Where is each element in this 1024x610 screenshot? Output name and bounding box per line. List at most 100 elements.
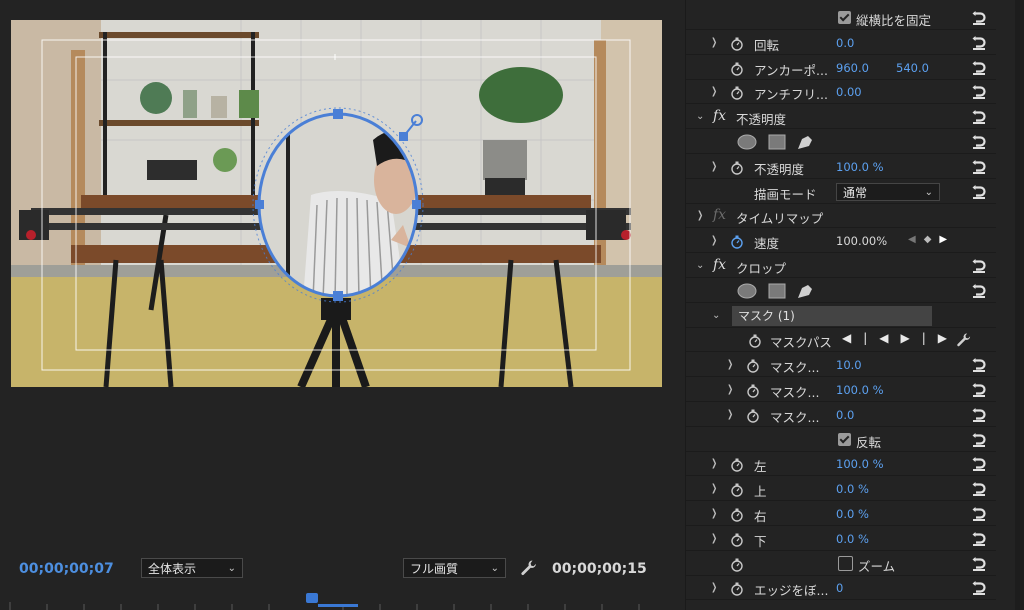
stopwatch-icon[interactable] [730, 482, 744, 497]
checkbox[interactable] [838, 555, 853, 571]
param-value[interactable]: 0.0 [836, 408, 854, 422]
stopwatch-icon[interactable] [730, 61, 744, 76]
param-value[interactable]: 100.0 % [836, 383, 884, 397]
param-label: マスクパス [770, 335, 832, 351]
next-keyframe-icon[interactable]: ▶ [939, 234, 955, 245]
reset-icon[interactable] [971, 84, 987, 100]
checkbox[interactable] [838, 11, 851, 24]
reset-icon[interactable] [971, 60, 987, 76]
param-value[interactable]: 0.0 % [836, 482, 869, 496]
stopwatch-icon[interactable] [730, 532, 744, 547]
twirl-toggle-icon[interactable]: ❯ [697, 210, 703, 221]
reset-icon[interactable] [971, 109, 987, 125]
playback-quality-dropdown[interactable]: フル画質 ⌄ [403, 558, 506, 578]
reset-icon[interactable] [971, 382, 987, 398]
reset-icon[interactable] [971, 35, 987, 51]
fx-icon[interactable]: fx [713, 207, 726, 223]
reset-icon[interactable] [971, 407, 987, 423]
rectangle-mask-icon[interactable] [768, 283, 786, 299]
video-frame[interactable] [11, 20, 662, 387]
playhead[interactable] [306, 593, 318, 603]
zoom-level-dropdown[interactable]: 全体表示 ⌄ [141, 558, 243, 578]
work-area-bar[interactable] [318, 604, 358, 607]
stopwatch-icon[interactable] [730, 234, 744, 249]
reset-icon[interactable] [971, 481, 987, 497]
reset-icon[interactable] [971, 134, 987, 150]
blend-mode-dropdown[interactable]: 通常 ⌄ [836, 182, 940, 201]
fx-icon[interactable]: fx [713, 108, 726, 124]
stopwatch-icon[interactable] [730, 160, 744, 175]
track-backward-one-icon[interactable]: ◀︎| [842, 331, 879, 345]
twirl-toggle-icon[interactable]: ❯ [711, 582, 717, 593]
stopwatch-icon[interactable] [730, 36, 744, 51]
stopwatch-icon[interactable] [730, 507, 744, 522]
twirl-toggle-icon[interactable]: ❯ [711, 86, 717, 97]
reset-icon[interactable] [971, 357, 987, 373]
stopwatch-icon[interactable] [730, 581, 744, 597]
twirl-toggle-icon[interactable]: ❯ [727, 384, 733, 395]
twirl-toggle-icon[interactable]: ❯ [711, 235, 717, 246]
stopwatch-icon[interactable] [730, 557, 744, 572]
checkbox[interactable] [838, 432, 851, 446]
stopwatch-icon[interactable] [748, 333, 762, 349]
param-value[interactable]: 10.0 [836, 358, 862, 372]
reset-icon[interactable] [971, 531, 987, 547]
stopwatch-icon[interactable] [746, 358, 760, 373]
wrench-icon[interactable] [520, 559, 538, 577]
twirl-toggle-icon[interactable]: ❯ [711, 508, 717, 519]
twirl-toggle-icon[interactable]: ⌄ [696, 111, 704, 122]
twirl-toggle-icon[interactable]: ❯ [711, 37, 717, 48]
twirl-toggle-icon[interactable]: ❯ [711, 161, 717, 172]
stopwatch-icon[interactable] [730, 457, 744, 473]
twirl-toggle-icon[interactable]: ❯ [711, 458, 717, 469]
stopwatch-icon[interactable] [746, 408, 760, 423]
track-backward-icon[interactable]: ◀ [879, 331, 900, 345]
param-value[interactable]: 0.0 [836, 36, 854, 50]
param-value[interactable]: 0.00 [836, 85, 862, 99]
twirl-toggle-icon[interactable]: ❯ [727, 409, 733, 420]
reset-icon[interactable] [971, 506, 987, 522]
effect-row: ❯ アンチフリ... 0.00 [686, 80, 996, 105]
reset-icon[interactable] [971, 283, 987, 299]
stopwatch-icon[interactable] [746, 383, 760, 398]
reset-icon[interactable] [971, 556, 987, 572]
prev-keyframe-icon[interactable]: ◀ [908, 234, 924, 245]
reset-icon[interactable] [971, 580, 987, 596]
param-value-2[interactable]: 540.0 [896, 61, 929, 75]
pen-tool-icon[interactable] [798, 136, 812, 149]
ellipse-mask-icon[interactable] [737, 283, 757, 299]
track-forward-one-icon[interactable]: |▶ [922, 331, 959, 345]
param-value[interactable]: 0 [836, 581, 843, 595]
reset-icon[interactable] [971, 10, 987, 26]
stopwatch-icon[interactable] [730, 85, 744, 101]
pen-tool-icon[interactable] [798, 284, 812, 298]
ellipse-mask-icon[interactable] [737, 134, 757, 150]
param-value[interactable]: 100.0 % [836, 457, 884, 471]
track-forward-icon[interactable]: ▶ [901, 331, 922, 345]
mask-name-field[interactable]: マスク (1) [732, 305, 932, 326]
reset-icon[interactable] [971, 258, 987, 274]
param-label: 下 [754, 533, 767, 549]
param-value[interactable]: 100.0 % [836, 160, 884, 174]
twirl-toggle-icon[interactable]: ❯ [711, 483, 717, 494]
reset-icon[interactable] [971, 159, 987, 175]
param-value[interactable]: 960.0 [836, 61, 869, 75]
fx-icon[interactable]: fx [713, 257, 726, 273]
twirl-toggle-icon[interactable]: ❯ [727, 359, 733, 370]
twirl-toggle-icon[interactable]: ❯ [711, 533, 717, 544]
param-value[interactable]: 100.00% [836, 234, 887, 248]
wrench-icon[interactable] [956, 332, 972, 352]
param-value[interactable]: 0.0 % [836, 507, 869, 521]
rectangle-mask-icon[interactable] [768, 134, 786, 150]
effect-row: ❯ 上 0.0 % [686, 477, 996, 502]
reset-icon[interactable] [971, 184, 987, 200]
param-value[interactable]: 0.0 % [836, 532, 869, 546]
reset-icon[interactable] [971, 456, 987, 472]
twirl-toggle-icon[interactable]: ⌄ [696, 260, 704, 271]
time-ruler[interactable] [0, 592, 676, 610]
current-timecode[interactable]: 00;00;00;07 [19, 561, 114, 577]
add-keyframe-icon[interactable]: ◆ [924, 234, 940, 245]
twirl-toggle-icon[interactable]: ⌄ [712, 310, 720, 321]
reset-icon[interactable] [971, 432, 987, 448]
panel-scrollbar[interactable] [1015, 0, 1024, 610]
